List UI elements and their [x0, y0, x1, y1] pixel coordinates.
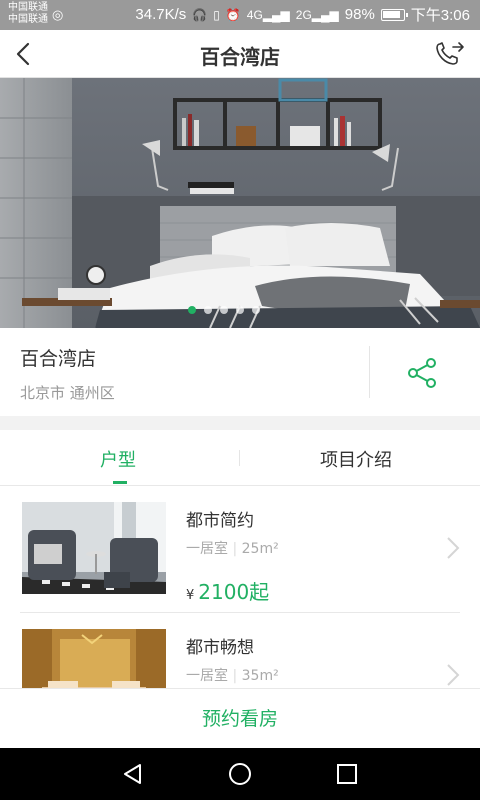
- back-triangle-icon[interactable]: [120, 761, 146, 787]
- room-thumbnail: [22, 629, 166, 688]
- phone-forward-icon: [436, 42, 464, 65]
- list-item[interactable]: 都市畅想 一居室 | 35m²: [0, 613, 480, 688]
- sync-icon: ◎: [52, 7, 64, 22]
- tab-bar: 户型 项目介绍: [0, 430, 480, 486]
- carrier-1: 中国联通: [8, 2, 48, 13]
- status-right: 34.7K/s 🎧 ▯ ⏰ 4G▂▄▆ 2G▂▄▆ 98% 下午3:06: [135, 4, 470, 25]
- carrier-info: 中国联通 中国联通: [8, 2, 48, 26]
- system-nav-bar: [0, 748, 480, 800]
- carousel-dot[interactable]: [188, 306, 196, 314]
- carousel-dot[interactable]: [236, 306, 244, 314]
- home-circle-icon[interactable]: [227, 761, 253, 787]
- carousel-dot[interactable]: [252, 306, 260, 314]
- page-title: 百合湾店: [200, 45, 280, 69]
- vibrate-icon: ▯: [213, 7, 220, 22]
- signal-2g-icon: 2G▂▄▆: [295, 7, 339, 22]
- room-name: 都市简约: [186, 511, 254, 531]
- share-icon: [408, 358, 436, 388]
- divider: [369, 346, 370, 398]
- battery-percent: 98%: [344, 6, 375, 23]
- alarm-icon: ⏰: [225, 7, 241, 22]
- active-tab-indicator: [113, 481, 127, 484]
- carrier-2: 中国联通: [8, 14, 48, 25]
- app-bar: 百合湾店: [0, 30, 480, 78]
- headphones-icon: 🎧: [192, 7, 208, 22]
- clock: 下午3:06: [410, 7, 470, 24]
- carousel-dot[interactable]: [220, 306, 228, 314]
- battery-icon: [380, 8, 408, 21]
- list-item[interactable]: 都市简约 一居室 | 25m² ¥2100起: [0, 486, 480, 613]
- store-location: 北京市 通州区: [20, 384, 115, 402]
- store-name: 百合湾店: [20, 348, 97, 370]
- call-button[interactable]: [434, 39, 466, 69]
- book-viewing-button[interactable]: 预约看房: [0, 688, 480, 748]
- recents-square-icon[interactable]: [334, 761, 360, 787]
- chevron-right-icon: [447, 664, 460, 686]
- bedroom-photo: [0, 78, 480, 328]
- room-spec: 一居室 | 25m²: [186, 541, 279, 557]
- carousel-dot[interactable]: [204, 306, 212, 314]
- share-button[interactable]: [405, 356, 439, 390]
- room-name: 都市畅想: [186, 638, 254, 658]
- room-spec: 一居室 | 35m²: [186, 668, 279, 684]
- signal-4g-icon: 4G▂▄▆: [246, 7, 290, 22]
- tab-room-types[interactable]: 户型: [100, 446, 136, 472]
- tab-divider: [239, 450, 240, 466]
- room-thumbnail: [22, 502, 166, 594]
- tab-project-intro[interactable]: 项目介绍: [320, 446, 392, 472]
- store-info: 百合湾店 北京市 通州区: [0, 328, 480, 416]
- room-type-list: 都市简约 一居室 | 25m² ¥2100起 都市畅想 一居室 | 35m²: [0, 486, 480, 688]
- carousel-dots: [188, 306, 260, 314]
- chevron-right-icon: [447, 537, 460, 559]
- net-speed: 34.7K/s: [135, 6, 187, 23]
- hero-carousel[interactable]: [0, 78, 480, 328]
- status-bar: 中国联通 中国联通 ◎ 34.7K/s 🎧 ▯ ⏰ 4G▂▄▆ 2G▂▄▆ 98…: [0, 0, 480, 30]
- room-price: ¥2100起: [186, 580, 270, 604]
